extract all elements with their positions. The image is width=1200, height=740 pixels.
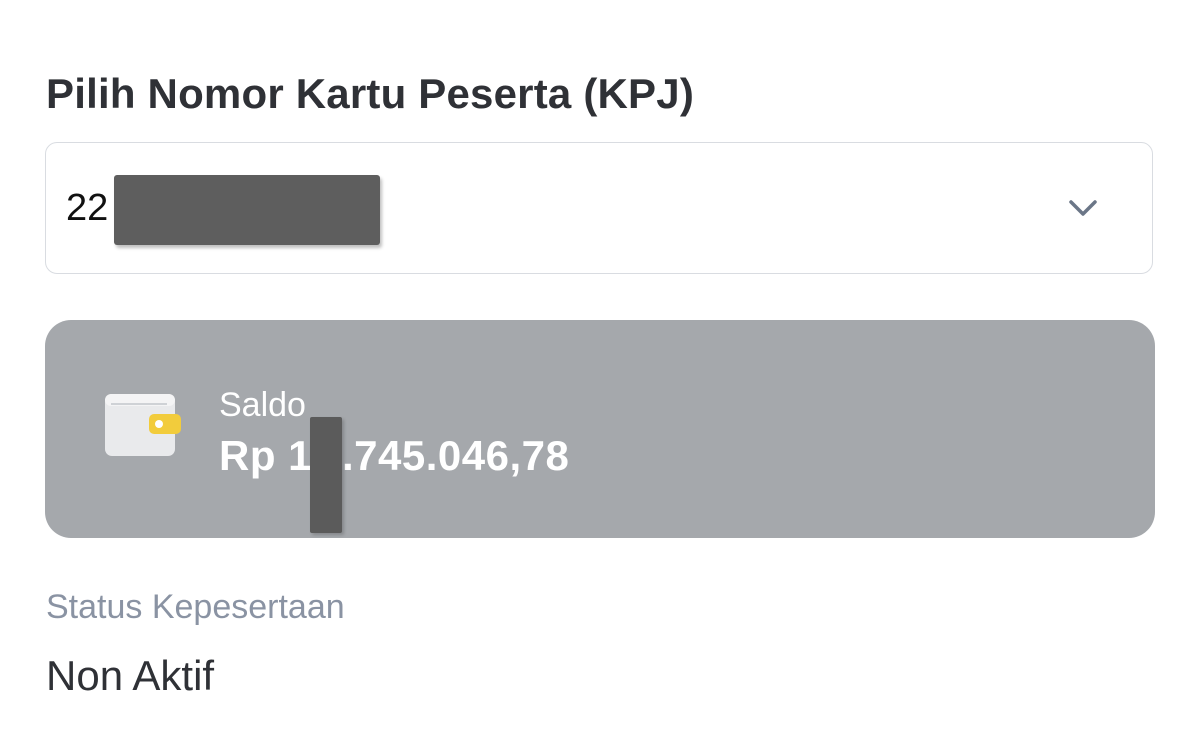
kpj-select-dropdown[interactable]: 22 [45, 142, 1153, 274]
saldo-amount-suffix: .745.046,78 [342, 432, 570, 479]
chevron-down-icon[interactable] [1066, 191, 1100, 225]
saldo-amount-prefix: Rp 1 [219, 432, 313, 479]
saldo-label: Saldo [219, 386, 306, 424]
kpj-section-title: Pilih Nomor Kartu Peserta (KPJ) [46, 70, 695, 117]
status-value: Non Aktif [46, 652, 215, 699]
wallet-icon [105, 394, 181, 456]
kpj-selected-value: 22 [66, 187, 109, 229]
page: Pilih Nomor Kartu Peserta (KPJ) 22 Saldo… [0, 0, 1200, 740]
saldo-card: Saldo Rp 1 .745.046,78 [45, 320, 1155, 538]
redaction-mark [114, 175, 380, 245]
saldo-amount: Rp 1 .745.046,78 [219, 432, 569, 480]
status-label: Status Kepesertaan [46, 588, 345, 626]
redaction-mark [310, 417, 342, 533]
